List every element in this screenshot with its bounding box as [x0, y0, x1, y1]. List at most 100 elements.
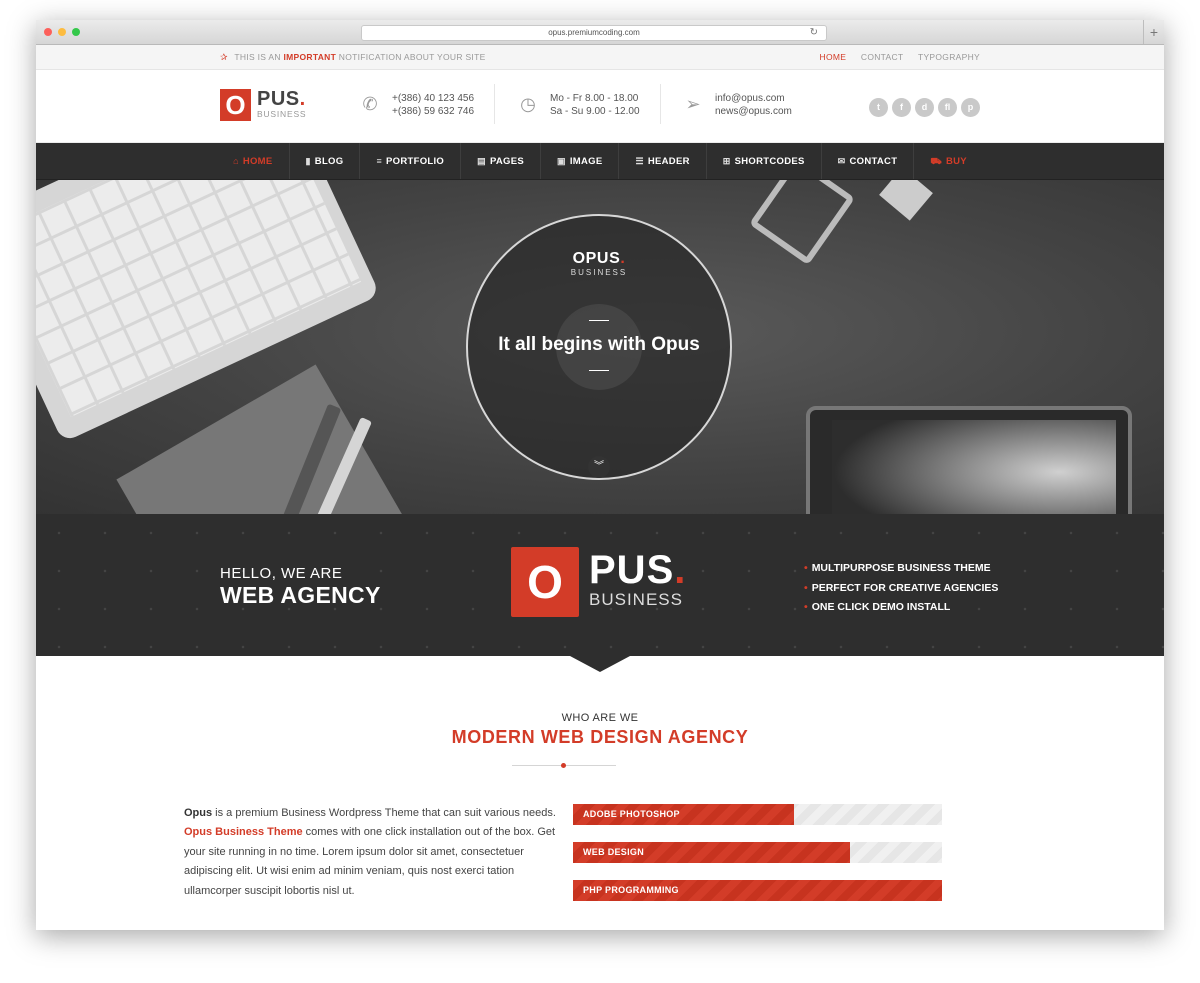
feature-item: • ONE CLICK DEMO INSTALL — [804, 598, 998, 618]
skill-bar: PHP PROGRAMMING — [573, 880, 942, 901]
pin-icon: ✰ — [220, 52, 228, 62]
skill-bar: WEB DESIGN — [573, 842, 942, 863]
hero-logo-dot: . — [620, 250, 626, 267]
big-logo-name: PUS — [589, 548, 675, 592]
logo-mark[interactable]: O — [220, 89, 251, 121]
hero-logo-sub: BUSINESS — [570, 268, 628, 277]
intro-hello: HELLO, WE ARE — [220, 565, 343, 582]
envelope-icon: ✉ — [837, 156, 846, 166]
hero-logo-name: OPUS — [572, 250, 621, 267]
binder-clip-image — [879, 180, 933, 221]
intro-agency: WEB AGENCY — [220, 582, 381, 608]
flickr-icon[interactable]: fl — [938, 98, 957, 117]
big-logo-sub: BUSINESS — [589, 590, 683, 609]
big-logo-text: PUS. BUSINESS — [589, 550, 686, 610]
social-links: t f d fl p — [865, 97, 980, 117]
facebook-icon[interactable]: f — [892, 98, 911, 117]
notification-important: IMPORTANT — [283, 52, 337, 62]
logo-dot: . — [299, 88, 306, 110]
toplink-typography[interactable]: TYPOGRAPHY — [918, 52, 980, 62]
binder-clip-image — [748, 180, 856, 266]
cart-icon: ⛟ — [930, 156, 942, 166]
nav-blog[interactable]: ▮ BLOG — [290, 143, 361, 179]
header-divider — [660, 84, 661, 124]
divider-dot — [561, 763, 566, 768]
phone-2: +(386) 59 632 746 — [392, 106, 475, 117]
theme-link[interactable]: Opus Business Theme — [184, 826, 303, 838]
reload-icon[interactable]: ↻ — [810, 26, 818, 40]
dribbble-icon[interactable]: d — [915, 98, 934, 117]
big-logo-mark: O — [511, 547, 579, 617]
home-icon: ⌂ — [233, 156, 239, 166]
nav-label: IMAGE — [569, 156, 603, 167]
header-divider — [494, 84, 495, 124]
browser-toolbar: opus.premiumcoding.com ↻ + — [36, 20, 1164, 45]
toplink-contact[interactable]: CONTACT — [861, 52, 903, 62]
skill-label: WEB DESIGN — [583, 847, 645, 857]
email-2[interactable]: news@opus.com — [715, 105, 792, 118]
nav-label: HEADER — [647, 156, 690, 167]
twitter-icon[interactable]: t — [869, 98, 888, 117]
maximize-window-button[interactable] — [72, 28, 80, 36]
band-notch — [570, 656, 630, 672]
minimize-window-button[interactable] — [58, 28, 66, 36]
nav-label: HOME — [242, 156, 273, 167]
nav-portfolio[interactable]: ≡ PORTFOLIO — [360, 143, 462, 179]
hours-1: Mo - Fr 8.00 - 18.00 — [550, 93, 639, 104]
intro-heading: HELLO, WE ARE WEB AGENCY — [220, 565, 381, 609]
nav-pages[interactable]: ▤ PAGES — [461, 143, 541, 179]
logo-text[interactable]: PUS. BUSINESS — [257, 89, 306, 119]
nav-shortcodes[interactable]: ⊞ SHORTCODES — [707, 143, 822, 179]
hero-circle: OPUS. BUSINESS It all begins with Opus ︾ — [466, 214, 732, 480]
logo-sub: BUSINESS — [257, 109, 307, 119]
header-phone: ✆ +(386) 40 123 456 +(386) 59 632 746 — [362, 92, 475, 118]
new-tab-button[interactable]: + — [1143, 20, 1164, 44]
notification-bar: ✰ THIS IS AN IMPORTANT NOTIFICATION ABOU… — [36, 45, 1164, 70]
feature-item: • PERFECT FOR CREATIVE AGENCIES — [804, 579, 998, 599]
hero-line-top — [589, 320, 609, 321]
phone-icon: ✆ — [362, 94, 378, 114]
nav-home[interactable]: ⌂ HOME — [217, 143, 290, 179]
section-heading: MODERN WEB DESIGN AGENCY — [451, 727, 749, 747]
skill-label: PHP PROGRAMMING — [583, 885, 679, 895]
clock-icon: ◷ — [520, 94, 536, 114]
top-links: HOME CONTACT TYPOGRAPHY — [808, 45, 981, 69]
paper-plane-icon: ➢ — [685, 94, 701, 114]
skill-label: ADOBE PHOTOSHOP — [583, 809, 680, 819]
nav-image[interactable]: ▣ IMAGE — [541, 143, 620, 179]
nav-label: BUY — [945, 156, 967, 167]
close-window-button[interactable] — [44, 28, 52, 36]
notification-suffix: NOTIFICATION ABOUT YOUR SITE — [338, 52, 486, 62]
hero-slider: OPUS. BUSINESS It all begins with Opus ︾ — [36, 180, 1164, 514]
image-icon: ▣ — [557, 156, 566, 166]
header-hours: ◷ Mo - Fr 8.00 - 18.00 Sa - Su 9.00 - 12… — [520, 92, 639, 118]
page-icon: ▤ — [477, 156, 486, 166]
bullet-icon: • — [804, 581, 808, 594]
pinterest-icon[interactable]: p — [961, 98, 980, 117]
scroll-down-icon[interactable]: ︾ — [588, 456, 610, 478]
skill-bar: ADOBE PHOTOSHOP — [573, 804, 942, 825]
book-icon: ▮ — [305, 156, 311, 166]
browser-window: opus.premiumcoding.com ↻ + ✰ THIS IS AN … — [36, 20, 1164, 930]
address-bar[interactable]: opus.premiumcoding.com ↻ — [361, 25, 827, 41]
bullet-icon: • — [804, 601, 808, 613]
about-text: is a premium Business Wordpress Theme th… — [212, 807, 556, 819]
header-icon: ☰ — [635, 156, 644, 166]
toplink-home[interactable]: HOME — [820, 52, 847, 62]
about-paragraph: Opus is a premium Business Wordpress The… — [184, 804, 556, 901]
notification-text: ✰ THIS IS AN IMPORTANT NOTIFICATION ABOU… — [220, 45, 486, 69]
nav-label: CONTACT — [849, 156, 898, 167]
feature-label: ONE CLICK DEMO INSTALL — [811, 601, 951, 613]
nav-contact[interactable]: ✉ CONTACT — [822, 143, 915, 179]
notification-prefix: THIS IS AN — [234, 52, 281, 62]
hero-line-bottom — [589, 370, 609, 371]
list-icon: ≡ — [376, 156, 382, 166]
main-nav: ⌂ HOME ▮ BLOG ≡ PORTFOLIO ▤ PAGES ▣ IMAGE ☰ HEADER ⊞… — [36, 143, 1164, 180]
url-text: opus.premiumcoding.com — [548, 28, 640, 37]
nav-label: PAGES — [489, 156, 524, 167]
email-1[interactable]: info@opus.com — [715, 92, 792, 105]
nav-header[interactable]: ☰ HEADER — [619, 143, 707, 179]
hero-logo: OPUS. — [468, 250, 730, 268]
nav-buy[interactable]: ⛟ BUY — [914, 143, 983, 179]
tablet-image — [806, 406, 1132, 514]
